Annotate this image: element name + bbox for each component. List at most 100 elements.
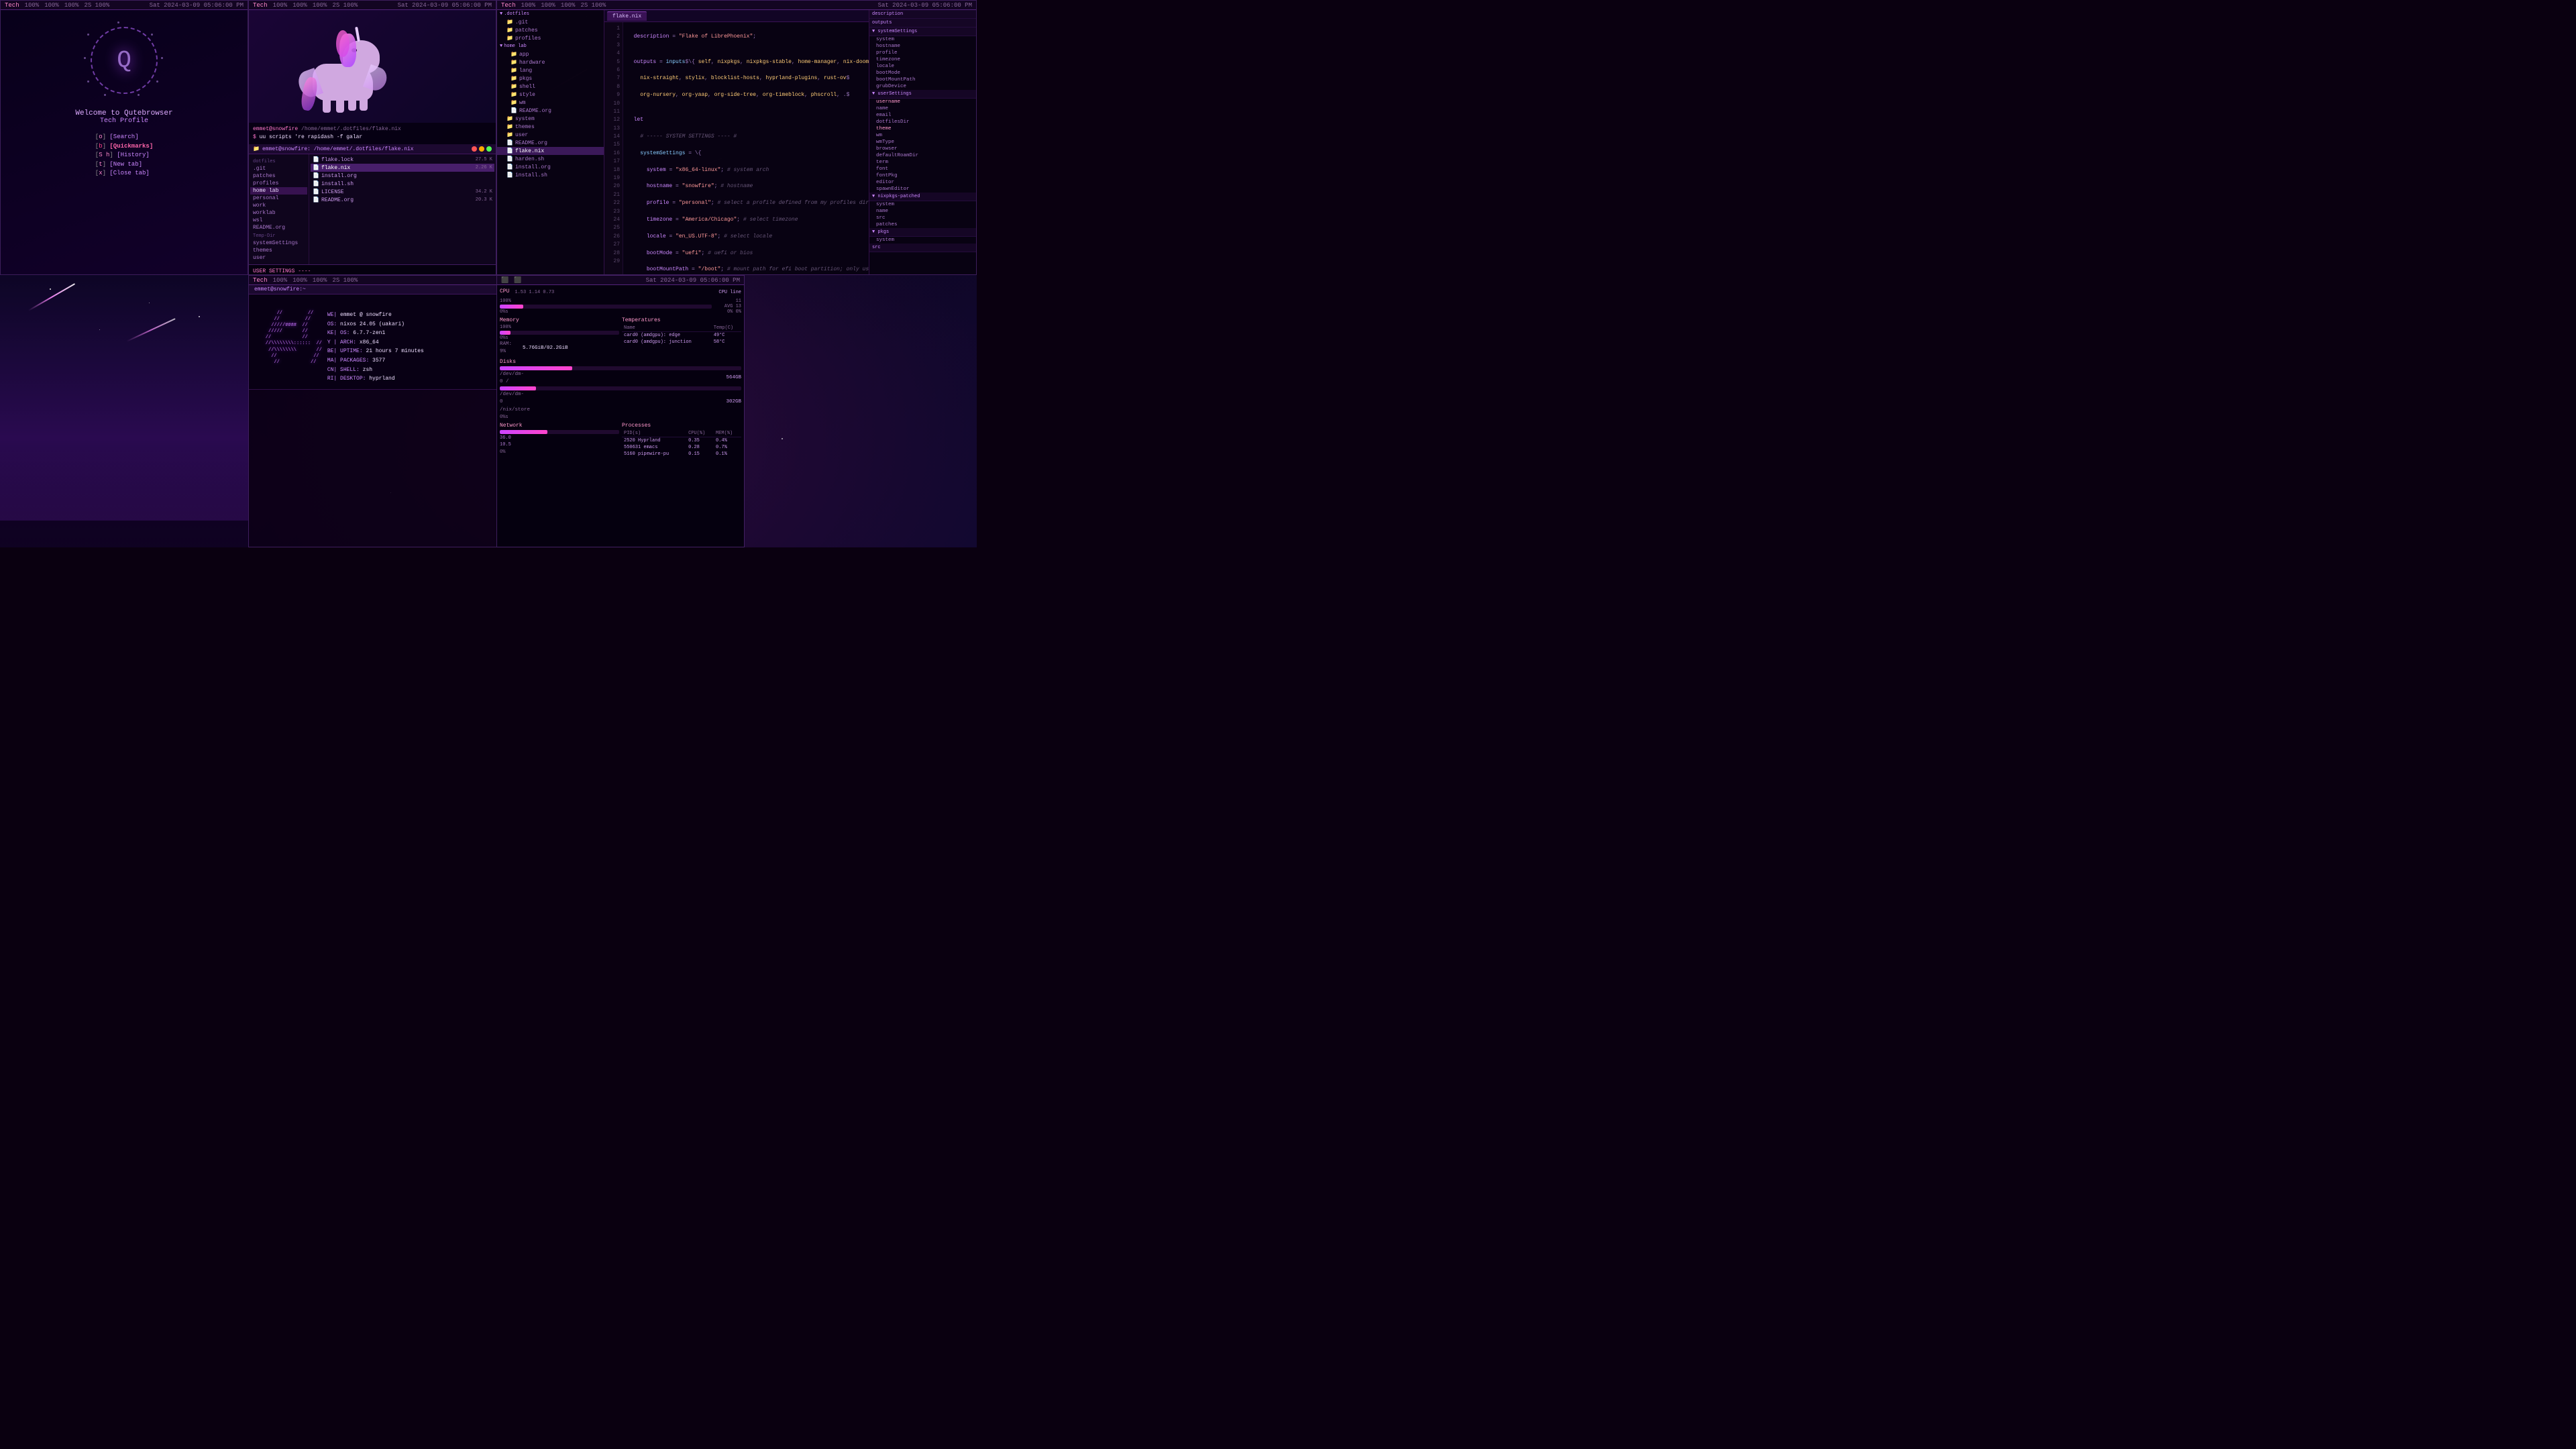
fm-item-personal[interactable]: personal: [250, 195, 307, 202]
rp-section-desc: description: [869, 10, 976, 19]
ft-patches[interactable]: 📁patches: [497, 26, 604, 34]
ft-app[interactable]: 📁app: [497, 50, 604, 58]
rp-wmtype[interactable]: wmType: [869, 139, 976, 146]
filemanager-window: Tech 100% 100% 100% 2S 100% Sat 2024-03-…: [248, 0, 496, 275]
fm-file-readmeorg[interactable]: 📄 README.org 20.3 K: [311, 196, 494, 204]
neo-arch: Y | ARCH: x86_64: [327, 338, 424, 347]
rp-email[interactable]: email: [869, 112, 976, 119]
fm-item-git[interactable]: .git: [250, 165, 307, 172]
fm-item-worklab[interactable]: worklab: [250, 209, 307, 217]
rp-editor[interactable]: editor: [869, 179, 976, 186]
ft-git[interactable]: 📁.git: [497, 18, 604, 26]
fm-item-profiles[interactable]: profiles: [250, 180, 307, 187]
rp-np-patches[interactable]: patches: [869, 221, 976, 228]
fm-item-wsl[interactable]: wsl: [250, 217, 307, 224]
fm-title: 📁: [253, 146, 260, 152]
ft-style[interactable]: 📁style: [497, 91, 604, 99]
ft-flakenix[interactable]: 📄flake.nix: [497, 147, 604, 155]
ft-readme2[interactable]: 📄README.org: [497, 139, 604, 147]
rp-defaultroamdir[interactable]: defaultRoamDir: [869, 152, 976, 159]
rp-section-dotfilesdir: ▼ userSettings: [869, 90, 976, 99]
fm-item-syssettings[interactable]: systemSettings: [250, 239, 307, 247]
rp-dotfilesdir[interactable]: dotfilesDir: [869, 119, 976, 125]
ft-shell[interactable]: 📁shell: [497, 83, 604, 91]
rp-bootmode[interactable]: bootMode: [869, 70, 976, 76]
editor-main: flake.nix 123456789101112131415161718192…: [604, 10, 869, 275]
fm-file-flakelock[interactable]: 📄 flake.lock 27.5 K: [311, 156, 494, 164]
rp-hostname[interactable]: hostname: [869, 43, 976, 50]
rp-browser[interactable]: browser: [869, 146, 976, 152]
tag-tech: Tech: [5, 2, 19, 9]
qb-link-search[interactable]: [o] [Search]: [95, 133, 153, 142]
editor-tab-bar: flake.nix: [604, 10, 869, 22]
tab-flakenix[interactable]: flake.nix: [607, 11, 647, 21]
battery-status: 100%: [25, 2, 40, 9]
qb-welcome-title: Welcome to Qutebrowser: [75, 109, 172, 117]
rp-np-system[interactable]: system: [869, 201, 976, 208]
rp-pkgs-system[interactable]: system: [869, 237, 976, 244]
rp-profile[interactable]: profile: [869, 50, 976, 56]
fm-file-license[interactable]: 📄 LICENSE 34.2 K: [311, 188, 494, 196]
neo-content: // // // // /////#### // ///// // // // …: [252, 308, 427, 386]
rp-term[interactable]: term: [869, 159, 976, 166]
rp-font[interactable]: font: [869, 166, 976, 172]
rp-spawneditor[interactable]: spawnEditor: [869, 186, 976, 193]
qb-link-quickmarks[interactable]: [b] [Quickmarks]: [95, 142, 153, 152]
fm-titlebar: 📁 emmet@snowfire: /home/emmet/.dotfiles/…: [249, 144, 496, 154]
ft-wm[interactable]: 📁wm: [497, 99, 604, 107]
fm-item-work[interactable]: work: [250, 202, 307, 209]
ft-themes[interactable]: 📁themes: [497, 123, 604, 131]
ft-hardensh[interactable]: 📄harden.sh: [497, 155, 604, 163]
datetime-center: Sat 2024-03-09 05:06:00 PM: [398, 2, 492, 9]
fm-item-readme[interactable]: README.org: [250, 224, 307, 231]
fm-item-themes[interactable]: themes: [250, 247, 307, 254]
fm-file-flakenix[interactable]: 📄 flake.nix 2.26 K: [311, 164, 494, 172]
rp-np-name[interactable]: name: [869, 208, 976, 215]
fm-item-homelab[interactable]: home lab: [250, 187, 307, 195]
ft-section-profiles[interactable]: ▼ home lab: [497, 42, 604, 50]
fm-item-patches[interactable]: patches: [250, 172, 307, 180]
editor-content-area[interactable]: 1234567891011121314151617181920212223242…: [604, 22, 869, 274]
ft-root[interactable]: ▼ .dotfiles: [497, 10, 604, 18]
rp-timezone[interactable]: timezone: [869, 56, 976, 63]
qb-link-newtab[interactable]: [t] [New tab]: [95, 160, 153, 170]
sm-mem-bar: [500, 331, 619, 335]
terminal-bottom-center: USER SETTINGS ---- username = "emmet"; #…: [249, 265, 496, 275]
neo-ascii-art: // // // // /////#### // ///// // // // …: [254, 311, 322, 384]
fm-path: emmet@snowfire: /home/emmet/.dotfiles/fl…: [262, 146, 414, 152]
rp-fontpkg[interactable]: fontPkg: [869, 172, 976, 179]
rp-bootmountpath[interactable]: bootMountPath: [869, 76, 976, 83]
ft-pkgs[interactable]: 📁pkgs: [497, 74, 604, 83]
fm-file-installorg[interactable]: 📄 install.org: [311, 172, 494, 180]
sm-temp-row1: card0 (amdgpu): edge 49°C: [622, 332, 741, 339]
ft-system[interactable]: 📁system: [497, 115, 604, 123]
qb-link-closetab[interactable]: [x] [Close tab]: [95, 169, 153, 178]
sm-cpu-section: CPU 1.53 1.14 0.73 CPU line 100% 0%s 11 …: [500, 288, 741, 315]
max-btn[interactable]: [486, 146, 492, 152]
rp-locale[interactable]: locale: [869, 63, 976, 70]
topbar-center: Tech 100% 100% 100% 2S 100% Sat 2024-03-…: [249, 1, 496, 10]
ft-installorg[interactable]: 📄install.org: [497, 163, 604, 171]
ft-readme-org[interactable]: 📄README.org: [497, 107, 604, 115]
rp-np-src[interactable]: src: [869, 215, 976, 221]
fm-item-user[interactable]: user: [250, 254, 307, 262]
ft-user[interactable]: 📁user: [497, 131, 604, 139]
sm-proc-header: PID(s) CPU(%) MEM(%): [622, 430, 741, 437]
editor-code-content: description = "Flake of LibrePhoenix"; o…: [623, 22, 869, 274]
rp-grubdevice[interactable]: grubDevice: [869, 83, 976, 90]
sysmon-body: CPU 1.53 1.14 0.73 CPU line 100% 0%s 11 …: [497, 285, 744, 547]
rp-wm[interactable]: wm: [869, 132, 976, 139]
close-btn[interactable]: [472, 146, 477, 152]
qb-link-history[interactable]: [S h] [History]: [95, 151, 153, 160]
min-btn[interactable]: [479, 146, 484, 152]
rp-username[interactable]: username: [869, 99, 976, 105]
sm-disk-row1: /dev/dm-0 / 564GB: [500, 371, 741, 386]
ft-profiles[interactable]: 📁profiles: [497, 34, 604, 42]
fm-file-installsh[interactable]: 📄 install.sh: [311, 180, 494, 188]
rp-theme[interactable]: theme: [869, 125, 976, 132]
ft-lang[interactable]: 📁lang: [497, 66, 604, 74]
ft-installsh[interactable]: 📄install.sh: [497, 171, 604, 179]
rp-name[interactable]: name: [869, 105, 976, 112]
ft-hardware[interactable]: 📁hardware: [497, 58, 604, 66]
rp-system[interactable]: system: [869, 36, 976, 43]
